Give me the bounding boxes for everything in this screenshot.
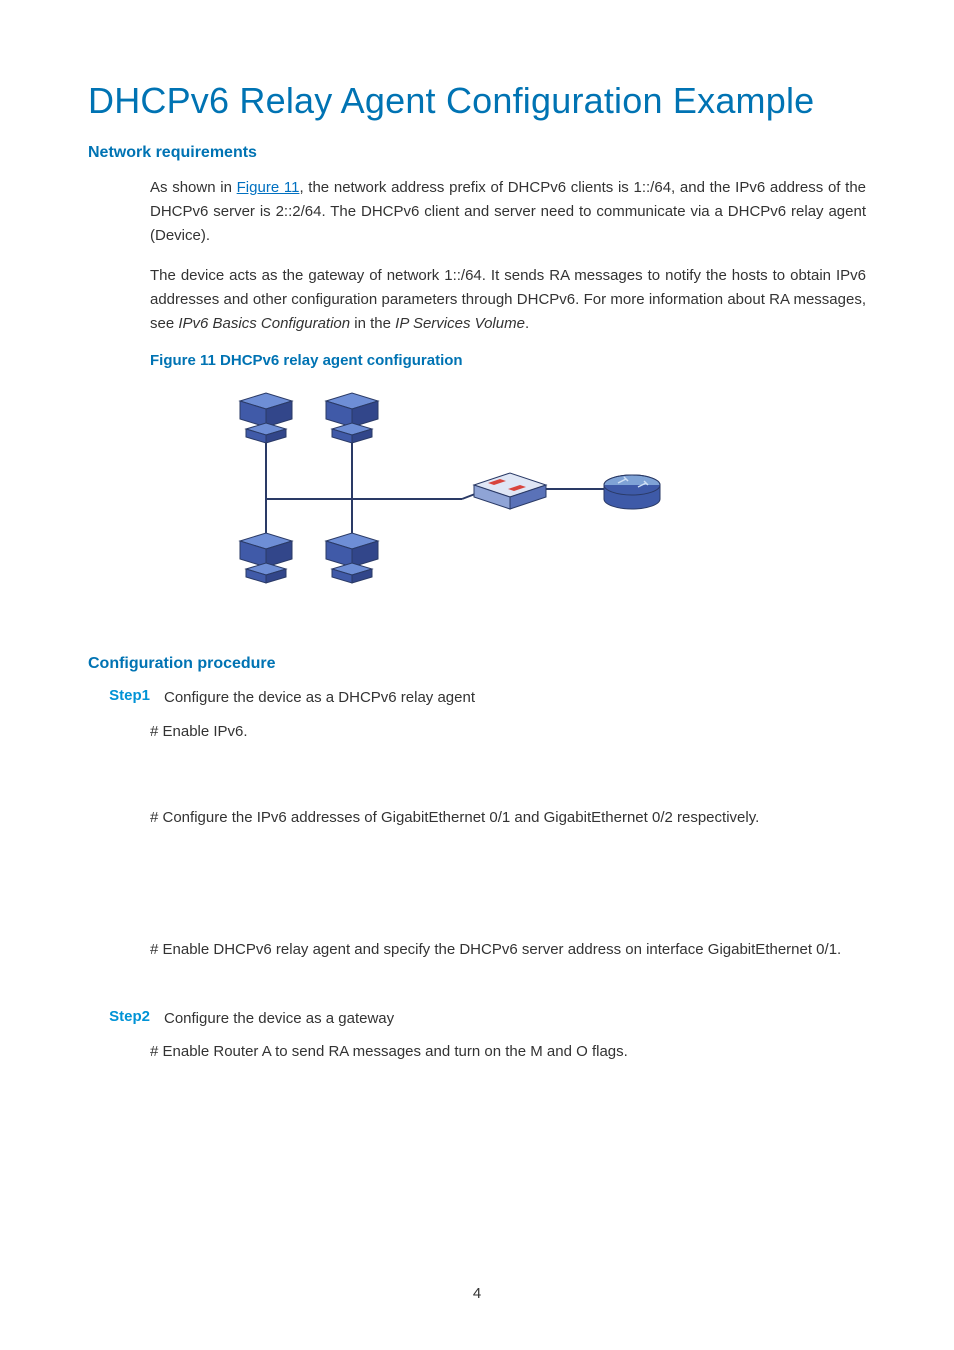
diagram-svg [212,383,682,613]
text: . [525,315,529,332]
router-icon [604,475,660,509]
text: in the [350,315,395,332]
step-text: Configure the device as a DHCPv6 relay a… [164,687,866,710]
step-label: Step1 [88,687,164,710]
section-network-requirements: Network requirements [88,144,866,162]
step-row: Step2 Configure the device as a gateway [88,1008,866,1031]
figure-caption: Figure 11 DHCPv6 relay agent configurati… [150,352,866,369]
step-row: Step1 Configure the device as a DHCPv6 r… [88,687,866,710]
text-italic: IPv6 Basics Configuration [178,315,350,332]
command-note: # Configure the IPv6 addresses of Gigabi… [150,806,866,830]
step-label: Step2 [88,1008,164,1031]
switch-icon [474,473,546,509]
host-icon [240,533,292,583]
host-icon [326,393,378,443]
section-configuration-procedure: Configuration procedure [88,655,866,673]
host-icon [240,393,292,443]
diagram-links [266,437,612,561]
network-diagram [212,383,866,613]
host-icon [326,533,378,583]
page-title: DHCPv6 Relay Agent Configuration Example [88,80,866,122]
page-number: 4 [0,1285,954,1302]
text: As shown in [150,179,237,196]
command-note: # Enable Router A to send RA messages an… [150,1040,866,1064]
text-italic: IP Services Volume [395,315,525,332]
paragraph: The device acts as the gateway of networ… [150,264,866,336]
figure-link[interactable]: Figure 11 [237,179,300,196]
step-text: Configure the device as a gateway [164,1008,866,1031]
paragraph: As shown in Figure 11, the network addre… [150,176,866,248]
command-note: # Enable DHCPv6 relay agent and specify … [150,938,866,962]
command-note: # Enable IPv6. [150,720,866,744]
